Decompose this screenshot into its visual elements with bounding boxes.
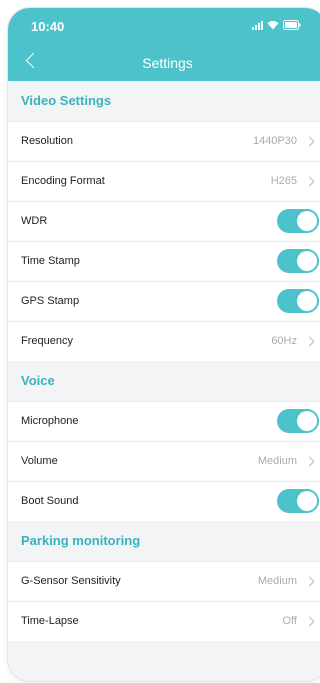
setting-row-microphone: Microphone (8, 401, 320, 441)
chevron-right-icon (304, 336, 315, 347)
setting-value: 1440P30 (252, 135, 297, 147)
toggle-knob (297, 211, 317, 231)
setting-label: Time Stamp (21, 255, 80, 267)
toggle-knob (297, 491, 317, 511)
setting-value: Medium (257, 455, 297, 467)
setting-label: WDR (21, 215, 48, 227)
setting-row-boot-sound: Boot Sound (8, 481, 320, 521)
chevron-right-icon (304, 136, 315, 147)
setting-value: Off (282, 615, 297, 627)
setting-label: Frequency (21, 335, 73, 347)
chevron-right-icon (304, 576, 315, 587)
settings-content: Video Settings Resolution 1440P30 Encodi… (8, 81, 320, 681)
setting-label: Time-Lapse (21, 615, 79, 627)
boot-sound-toggle[interactable] (277, 489, 319, 513)
toggle-knob (297, 251, 317, 271)
setting-label: Microphone (21, 415, 79, 427)
setting-row-gps-stamp: GPS Stamp (8, 281, 320, 321)
setting-label: GPS Stamp (21, 295, 80, 307)
microphone-toggle[interactable] (277, 409, 319, 433)
status-time: 10:40 (31, 19, 65, 34)
setting-value: Medium (257, 575, 297, 587)
chevron-right-icon (304, 176, 315, 187)
toggle-knob (297, 291, 317, 311)
phone-frame: 10:40 Settings Video Settings Resolution… (8, 8, 320, 681)
setting-row-g-sensor-sensitivity[interactable]: G-Sensor Sensitivity Medium (8, 561, 320, 601)
section-title-video-settings: Video Settings (21, 93, 112, 108)
gps-stamp-toggle[interactable] (277, 289, 319, 313)
wdr-toggle[interactable] (277, 209, 319, 233)
setting-label: G-Sensor Sensitivity (21, 575, 121, 587)
setting-label: Resolution (21, 135, 73, 147)
setting-row-encoding-format[interactable]: Encoding Format H265 (8, 161, 320, 201)
time-stamp-toggle[interactable] (277, 249, 319, 273)
setting-row-frequency[interactable]: Frequency 60Hz (8, 321, 320, 361)
signal-icon (252, 20, 263, 30)
status-icons (252, 20, 301, 30)
chevron-right-icon (304, 456, 315, 467)
wifi-icon (267, 21, 279, 30)
setting-value: 60Hz (271, 335, 297, 347)
setting-row-wdr: WDR (8, 201, 320, 241)
setting-label: Volume (21, 455, 58, 467)
setting-row-time-lapse[interactable]: Time-Lapse Off (8, 601, 320, 641)
toggle-knob (297, 411, 317, 431)
setting-label: Encoding Format (21, 175, 105, 187)
setting-value: H265 (270, 175, 297, 187)
setting-row-time-stamp: Time Stamp (8, 241, 320, 281)
chevron-right-icon (304, 616, 315, 627)
page-title: Settings (142, 55, 193, 71)
setting-label: Boot Sound (21, 495, 79, 507)
header-bar: 10:40 Settings (8, 8, 320, 81)
section-title-voice: Voice (21, 373, 55, 388)
battery-icon (283, 20, 301, 30)
section-title-parking-monitoring: Parking monitoring (21, 533, 141, 548)
setting-row-volume[interactable]: Volume Medium (8, 441, 320, 481)
setting-row-resolution[interactable]: Resolution 1440P30 (8, 121, 320, 161)
